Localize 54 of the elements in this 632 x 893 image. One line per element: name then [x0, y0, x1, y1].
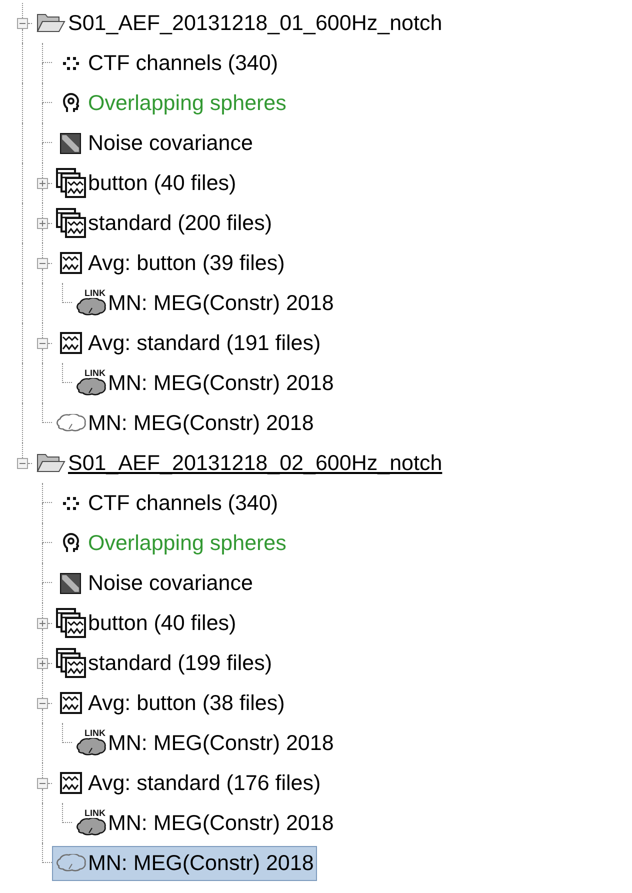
expand-toggle[interactable]: [37, 618, 48, 629]
link-label: LINK: [84, 289, 106, 298]
link-label: LINK: [84, 809, 106, 818]
collapse-toggle[interactable]: [37, 258, 48, 269]
folder-icon: [36, 11, 66, 35]
tree-item[interactable]: CTF channels (340): [52, 486, 281, 520]
link-label: LINK: [84, 369, 106, 378]
collapse-toggle[interactable]: [37, 338, 48, 349]
folder-icon: [36, 451, 66, 475]
collapse-toggle[interactable]: [37, 698, 48, 709]
waveform-icon: [60, 772, 82, 794]
stacked-waveform-icon: [56, 168, 86, 198]
brain-icon: [76, 298, 106, 317]
waveform-icon: [60, 332, 82, 354]
tree-item[interactable]: CTF channels (340): [52, 46, 281, 80]
tree-item[interactable]: Avg: standard (191 files): [52, 326, 324, 360]
tree-item[interactable]: MN: MEG(Constr) 2018: [52, 406, 317, 440]
head-icon: [62, 533, 78, 553]
dots-icon: [62, 496, 78, 510]
link-label: LINK: [84, 729, 106, 738]
tree-item[interactable]: Noise covariance: [52, 566, 256, 600]
brain-icon: [76, 378, 106, 397]
tree-item[interactable]: standard (200 files): [52, 206, 276, 240]
collapse-toggle[interactable]: [17, 458, 28, 469]
tree-item[interactable]: S01_AEF_20131218_01_600Hz_notch: [32, 6, 446, 40]
expand-toggle[interactable]: [37, 218, 48, 229]
brain-outline-icon: [56, 414, 86, 432]
stacked-waveform-icon: [56, 648, 86, 678]
brain-icon: [76, 738, 106, 757]
stacked-waveform-icon: [56, 608, 86, 638]
tree-item[interactable]: button (40 files): [52, 606, 240, 640]
tree-item[interactable]: Overlapping spheres: [52, 86, 290, 120]
waveform-icon: [60, 252, 82, 274]
tree-item[interactable]: S01_AEF_20131218_02_600Hz_notch: [32, 446, 446, 480]
collapse-toggle[interactable]: [17, 18, 28, 29]
expand-toggle[interactable]: [37, 178, 48, 189]
tree-item[interactable]: Avg: standard (176 files): [52, 766, 324, 800]
waveform-icon: [60, 692, 82, 714]
collapse-toggle[interactable]: [37, 778, 48, 789]
tree-item[interactable]: Avg: button (38 files): [52, 686, 288, 720]
tree-item[interactable]: MN: MEG(Constr) 2018: [52, 846, 317, 880]
tree-item[interactable]: Noise covariance: [52, 126, 256, 160]
expand-toggle[interactable]: [37, 658, 48, 669]
tree-item[interactable]: Avg: button (39 files): [52, 246, 288, 280]
stacked-waveform-icon: [56, 208, 86, 238]
head-icon: [62, 93, 78, 113]
tree-item[interactable]: standard (199 files): [52, 646, 276, 680]
brain-icon: [76, 818, 106, 837]
dots-icon: [62, 56, 78, 70]
matrix-icon: [60, 132, 81, 154]
tree-item[interactable]: Overlapping spheres: [52, 526, 290, 560]
brain-outline-icon: [56, 854, 86, 872]
tree-item[interactable]: button (40 files): [52, 166, 240, 200]
matrix-icon: [60, 572, 81, 594]
